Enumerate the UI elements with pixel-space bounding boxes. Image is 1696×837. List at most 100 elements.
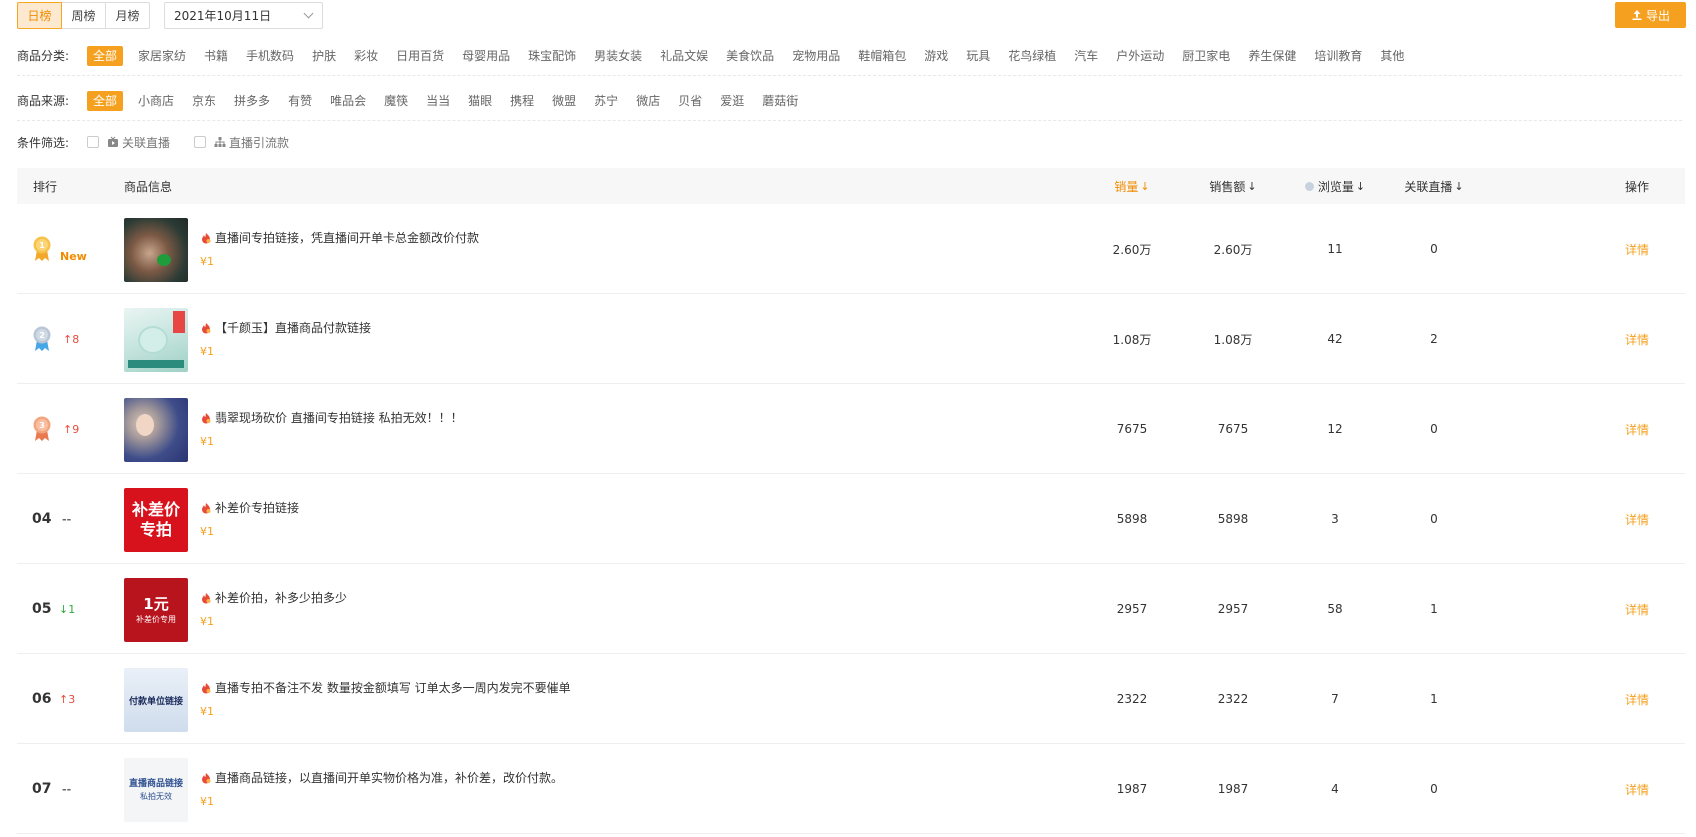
category-chip[interactable]: 鞋帽箱包	[849, 46, 915, 66]
date-picker[interactable]: 2021年10月11日	[164, 2, 323, 29]
category-chip[interactable]: 家居家纺	[129, 46, 195, 66]
source-chip[interactable]: 唯品会	[321, 91, 375, 111]
category-chip[interactable]: 户外运动	[1107, 46, 1173, 66]
amount-cell: 5898	[1217, 512, 1249, 526]
rank-change: --	[62, 513, 71, 526]
category-chip[interactable]: 汽车	[1065, 46, 1107, 66]
tab-daily[interactable]: 日榜	[17, 2, 62, 29]
export-button[interactable]: 导出	[1615, 2, 1686, 28]
source-chip[interactable]: 贝省	[669, 91, 711, 111]
source-chip[interactable]: 苏宁	[585, 91, 627, 111]
product-price: ¥1	[200, 435, 214, 448]
product-title[interactable]: 补差价拍，补多少拍多少	[200, 589, 347, 606]
condition-live-linked[interactable]: 关联直播	[79, 134, 170, 151]
live-count-cell: 0	[1430, 782, 1438, 796]
rank-change-value: --	[62, 512, 72, 526]
source-chip[interactable]: 当当	[417, 91, 459, 111]
product-thumbnail[interactable]	[124, 218, 188, 282]
rank-cell: 07 --	[32, 744, 71, 834]
header-amount[interactable]: 销售额 ↓	[1188, 168, 1278, 204]
detail-link[interactable]: 详情	[1625, 511, 1649, 528]
header-sales[interactable]: 销量 ↓	[1092, 168, 1172, 204]
source-chip[interactable]: 爱逛	[711, 91, 753, 111]
live-traffic-checkbox[interactable]	[194, 136, 207, 148]
rank-change-value: 8	[72, 332, 80, 346]
svg-text:2: 2	[39, 331, 45, 340]
source-chip[interactable]: 蘑菇街	[753, 91, 807, 111]
thumb-text: 补差价	[131, 500, 180, 519]
category-chip[interactable]: 厨卫家电	[1173, 46, 1239, 66]
category-chip[interactable]: 全部	[87, 45, 124, 66]
product-thumbnail[interactable]: 1元 补差价专用	[124, 578, 188, 642]
product-title[interactable]: 翡翠现场砍价 直播间专拍链接 私拍无效！！！	[200, 409, 463, 426]
sort-desc-icon: ↓	[1454, 179, 1464, 193]
tab-monthly[interactable]: 月榜	[105, 2, 150, 29]
source-chip[interactable]: 京东	[183, 91, 225, 111]
category-chip[interactable]: 养生保健	[1239, 46, 1305, 66]
product-title[interactable]: 直播商品链接，以直播间开单实物价格为准，补价差，改价付款。	[200, 769, 563, 786]
product-thumbnail[interactable]: 补差价 专拍	[124, 488, 188, 552]
rank-cell: 06 ↑3	[32, 654, 75, 744]
category-chip[interactable]: 彩妆	[345, 46, 387, 66]
sales-cell: 2.60万	[1112, 242, 1152, 257]
source-chip[interactable]: 魔筷	[375, 91, 417, 111]
live-fire-icon	[202, 682, 211, 693]
category-chip[interactable]: 书籍	[195, 46, 237, 66]
product-title[interactable]: 直播专拍不备注不发 数量按金额填写 订单太多一周内发完不要催单	[200, 679, 571, 696]
detail-link[interactable]: 详情	[1625, 781, 1649, 798]
rank-change: ↑8	[63, 333, 79, 346]
category-chip[interactable]: 其他	[1371, 46, 1413, 66]
live-count-cell: 1	[1430, 602, 1438, 616]
product-title[interactable]: 补差价专拍链接	[200, 499, 299, 516]
category-chip[interactable]: 花鸟绿植	[999, 46, 1065, 66]
detail-link[interactable]: 详情	[1625, 601, 1649, 618]
header-rank: 排行	[33, 179, 58, 194]
source-chip[interactable]: 拼多多	[225, 91, 279, 111]
source-chip[interactable]: 微店	[627, 91, 669, 111]
detail-link[interactable]: 详情	[1625, 241, 1649, 258]
source-chip[interactable]: 猫眼	[459, 91, 501, 111]
detail-link[interactable]: 详情	[1625, 691, 1649, 708]
views-cell: 58	[1327, 602, 1343, 616]
condition-filter-row: 条件筛选: 关联直播 直播引流款	[17, 122, 1682, 162]
product-thumbnail[interactable]: 直播商品链接 私拍无效	[124, 758, 188, 822]
product-title[interactable]: 直播间专拍链接，凭直播间开单卡总金额改价付款	[200, 229, 479, 246]
live-linked-checkbox[interactable]	[87, 136, 99, 148]
date-value: 2021年10月11日	[174, 9, 272, 23]
category-chip[interactable]: 日用百货	[387, 46, 453, 66]
thumb-text: 付款单位链接	[128, 696, 183, 707]
header-views[interactable]: 浏览量 ↓	[1285, 168, 1385, 204]
category-chip[interactable]: 游戏	[915, 46, 957, 66]
category-chip[interactable]: 护肤	[303, 46, 345, 66]
sitemap-icon	[214, 137, 226, 147]
product-thumbnail[interactable]	[124, 398, 188, 462]
product-thumbnail[interactable]	[124, 308, 188, 372]
detail-link[interactable]: 详情	[1625, 331, 1649, 348]
source-chip[interactable]: 全部	[87, 90, 124, 111]
category-chip[interactable]: 母婴用品	[453, 46, 519, 66]
header-sales-label: 销量	[1114, 179, 1139, 194]
upload-icon	[1632, 10, 1642, 20]
category-chip[interactable]: 培训教育	[1305, 46, 1371, 66]
detail-link[interactable]: 详情	[1625, 421, 1649, 438]
product-title-text: 【千颜玉】直播商品付款链接	[215, 321, 372, 335]
rank-change-value: 1	[68, 602, 76, 616]
category-chip[interactable]: 珠宝配饰	[519, 46, 585, 66]
tab-weekly[interactable]: 周榜	[61, 2, 106, 29]
header-live[interactable]: 关联直播 ↓	[1384, 168, 1484, 204]
category-chip[interactable]: 礼品文娱	[651, 46, 717, 66]
category-chip[interactable]: 美食饮品	[717, 46, 783, 66]
product-title[interactable]: 【千颜玉】直播商品付款链接	[200, 319, 371, 336]
category-chip[interactable]: 玩具	[957, 46, 999, 66]
source-chip[interactable]: 携程	[501, 91, 543, 111]
category-chip[interactable]: 男装女装	[585, 46, 651, 66]
rank-change: ↑9	[63, 423, 79, 436]
product-thumbnail[interactable]: 付款单位链接	[124, 668, 188, 732]
category-chip[interactable]: 宠物用品	[783, 46, 849, 66]
condition-live-traffic[interactable]: 直播引流款	[186, 134, 289, 151]
source-chip[interactable]: 小商店	[129, 91, 183, 111]
source-chip[interactable]: 微盟	[543, 91, 585, 111]
live-fire-icon	[202, 232, 211, 243]
category-chip[interactable]: 手机数码	[237, 46, 303, 66]
source-chip[interactable]: 有赞	[279, 91, 321, 111]
